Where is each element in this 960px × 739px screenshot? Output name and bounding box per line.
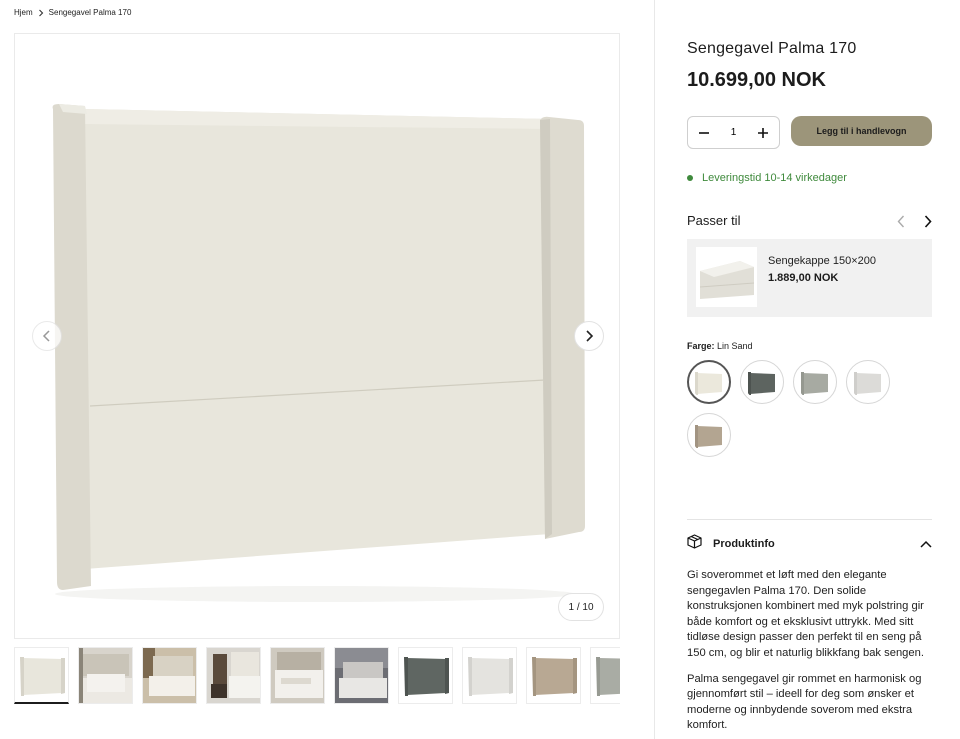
fits-prev-button[interactable] (894, 213, 908, 229)
fits-product-image (696, 247, 757, 307)
color-swatch-beige[interactable] (687, 413, 731, 457)
gallery-next-button[interactable] (574, 321, 604, 351)
decrease-quantity-button[interactable] (697, 126, 711, 140)
product-title: Sengegavel Palma 170 (687, 40, 857, 57)
gallery-prev-button[interactable] (32, 321, 62, 351)
thumbnail-1[interactable] (14, 647, 69, 704)
product-info-accordion-toggle[interactable]: Produktinfo (687, 533, 932, 555)
thumbnail-8[interactable] (462, 647, 517, 704)
chevron-left-icon (42, 330, 50, 342)
description-paragraph-1: Gi soverommet et løft med den elegante s… (687, 569, 924, 659)
quantity-input[interactable] (718, 127, 749, 138)
color-swatch-light-grey[interactable] (846, 360, 890, 404)
product-price: 10.699,00 NOK (687, 69, 826, 91)
chevron-left-icon (897, 215, 905, 227)
breadcrumb: Hjem Sengegavel Palma 170 (14, 8, 131, 17)
chevron-right-icon (38, 9, 44, 17)
thumbnail-3[interactable] (142, 647, 197, 704)
chevron-right-icon (924, 214, 932, 228)
color-label-prefix: Farge: (687, 341, 715, 351)
gallery-counter: 1 / 10 (558, 593, 604, 621)
product-gallery[interactable]: 1 / 10 (14, 33, 620, 639)
breadcrumb-home-link[interactable]: Hjem (14, 8, 33, 17)
thumbnail-6[interactable] (334, 647, 389, 704)
thumbnail-7[interactable] (398, 647, 453, 704)
thumbnail-9[interactable] (526, 647, 581, 704)
quantity-stepper (687, 116, 780, 149)
thumbnail-2[interactable] (78, 647, 133, 704)
product-info-heading: Produktinfo (713, 538, 775, 550)
fits-next-button[interactable] (921, 213, 935, 229)
color-label: Farge: Lin Sand (687, 341, 753, 351)
minus-icon (699, 131, 709, 134)
color-swatch-lin-sand[interactable] (687, 360, 731, 404)
delivery-status: Leveringstid 10-14 virkedager (687, 172, 847, 184)
add-to-cart-button[interactable]: Legg til i handlevogn (791, 116, 932, 146)
chevron-up-icon (920, 540, 932, 548)
product-description: Gi soverommet et løft med den elegante s… (687, 568, 932, 739)
color-swatch-grey[interactable] (793, 360, 837, 404)
fits-product-card[interactable]: Sengekappe 150×200 1.889,00 NOK (687, 239, 932, 317)
panel-divider (654, 0, 655, 739)
status-dot-icon (687, 175, 693, 181)
section-divider (687, 519, 932, 520)
description-paragraph-2: Palma sengegavel gir rommet en harmonisk… (687, 672, 922, 732)
delivery-text: Leveringstid 10-14 virkedager (702, 172, 847, 184)
chevron-right-icon (586, 330, 594, 342)
product-image (52, 104, 585, 602)
increase-quantity-button[interactable] (756, 126, 770, 140)
thumbnail-5[interactable] (270, 647, 325, 704)
thumbnail-strip (14, 647, 620, 707)
color-swatch-green[interactable] (740, 360, 784, 404)
plus-icon (758, 127, 768, 138)
fits-section-title: Passer til (687, 213, 741, 228)
breadcrumb-current: Sengegavel Palma 170 (48, 8, 132, 17)
fits-product-price: 1.889,00 NOK (768, 272, 839, 284)
fits-product-name: Sengekappe 150×200 (768, 255, 876, 267)
box-icon (687, 534, 702, 554)
thumbnail-4[interactable] (206, 647, 261, 704)
thumbnail-10[interactable] (590, 647, 620, 704)
color-selected-value: Lin Sand (717, 341, 753, 351)
